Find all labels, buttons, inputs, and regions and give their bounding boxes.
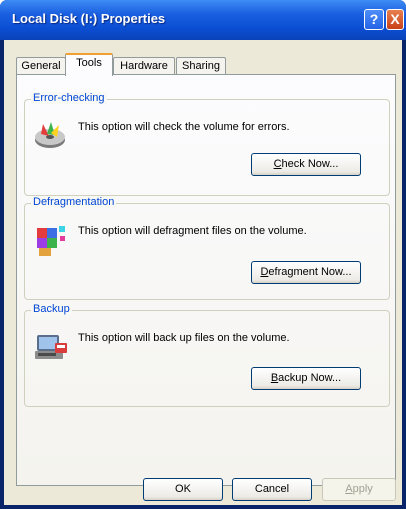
check-now-label: heck Now...: [281, 158, 339, 170]
disk-check-icon: [35, 122, 65, 148]
apply-button[interactable]: Apply: [322, 478, 396, 501]
ok-button[interactable]: OK: [143, 478, 223, 501]
defragment-now-button[interactable]: Defragment Now...: [251, 261, 361, 284]
properties-window: Local Disk (I:) Properties ? X General T…: [0, 0, 406, 509]
backup-icon: [35, 335, 67, 359]
backup-now-label: ackup Now...: [278, 372, 342, 384]
check-now-button[interactable]: Check Now...: [251, 153, 361, 176]
defragmentation-title: Defragmentation: [31, 196, 117, 208]
tab-hardware[interactable]: Hardware: [113, 57, 175, 75]
apply-mnemonic: A: [345, 483, 353, 495]
close-button[interactable]: X: [386, 9, 404, 30]
tab-general[interactable]: General: [16, 57, 66, 75]
defragmentation-description: This option will defragment files on the…: [78, 225, 307, 237]
cancel-button[interactable]: Cancel: [232, 478, 312, 501]
check-now-mnemonic: C: [273, 158, 282, 170]
backup-title: Backup: [31, 303, 72, 315]
dialog-client-area: General Tools Hardware Sharing Error-che…: [4, 40, 402, 505]
backup-description: This option will back up files on the vo…: [78, 332, 290, 344]
apply-label: pply: [352, 483, 373, 495]
window-title: Local Disk (I:) Properties: [12, 11, 166, 26]
defragmentation-group: Defragmentation This option will defragm…: [24, 196, 390, 300]
backup-group: Backup This option will back up files on…: [24, 303, 390, 407]
error-checking-group: Error-checking This option will check th…: [24, 92, 390, 196]
help-button[interactable]: ?: [364, 9, 384, 30]
error-checking-description: This option will check the volume for er…: [78, 121, 290, 133]
tab-tools[interactable]: Tools: [65, 53, 113, 76]
backup-now-button[interactable]: Backup Now...: [251, 367, 361, 390]
error-checking-title: Error-checking: [31, 92, 107, 104]
defragment-now-label: efragment Now...: [268, 266, 352, 278]
tab-sharing[interactable]: Sharing: [176, 57, 226, 75]
defragment-icon: [37, 226, 65, 256]
title-bar[interactable]: Local Disk (I:) Properties ? X: [0, 0, 406, 40]
